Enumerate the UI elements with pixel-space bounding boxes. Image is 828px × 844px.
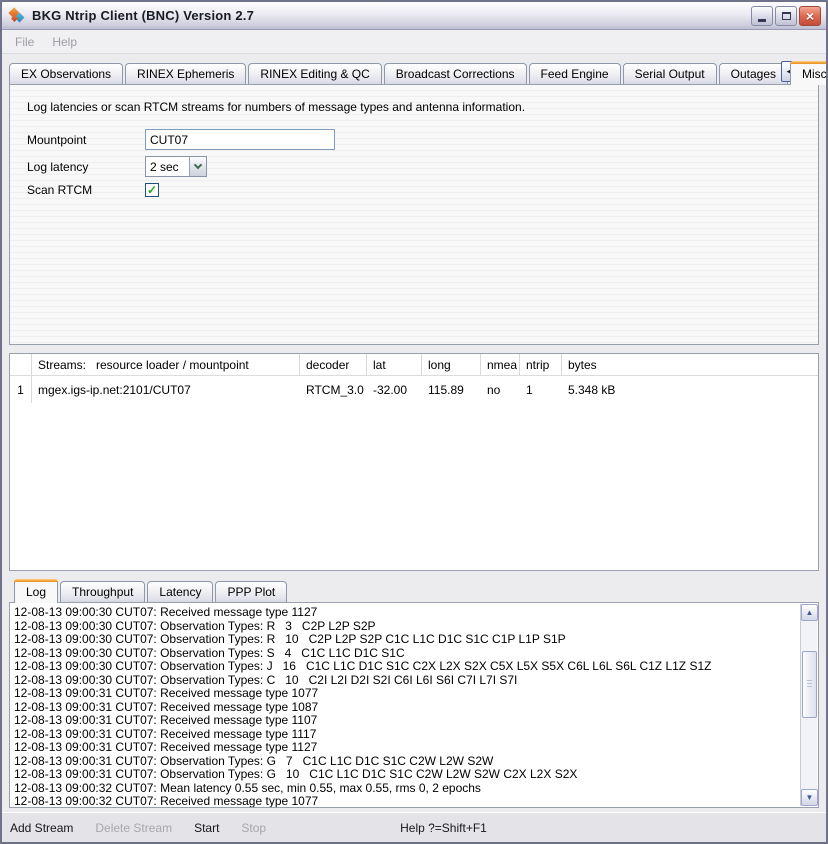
chevron-down-icon [194,161,202,169]
tab-rinex-observations[interactable]: EX Observations [9,63,123,84]
tab-ppp-plot[interactable]: PPP Plot [215,581,287,602]
miscellaneous-panel: Log latencies or scan RTCM streams for n… [9,84,819,345]
log-latency-select[interactable]: 2 sec [145,156,207,177]
menubar: File Help [2,30,826,54]
scroll-up-icon: ▲ [806,608,814,617]
add-stream-button[interactable]: Add Stream [10,821,73,835]
log-line: 12-08-13 09:00:31 CUT07: Observation Typ… [14,755,796,769]
log-tabstrip: Log Throughput Latency PPP Plot [2,571,826,602]
scroll-up-button[interactable]: ▲ [801,604,818,621]
cell-nmea: no [481,376,520,403]
log-line: 12-08-13 09:00:32 CUT07: Mean latency 0.… [14,782,796,796]
help-shortcut-label: Help ?=Shift+F1 [400,821,487,835]
cell-long: 115.89 [422,376,481,403]
window-title: BKG Ntrip Client (BNC) Version 2.7 [32,8,254,23]
log-line: 12-08-13 09:00:31 CUT07: Received messag… [14,728,796,742]
log-latency-value: 2 sec [146,160,189,174]
minimize-icon [758,19,766,22]
col-streams: Streams: resource loader / mountpoint [32,354,300,375]
col-ntrip: ntrip [520,354,562,375]
bottom-toolbar: Add Stream Delete Stream Start Stop Help… [2,812,826,842]
log-panel: 12-08-13 09:00:30 CUT07: Received messag… [9,602,819,808]
log-line: 12-08-13 09:00:31 CUT07: Observation Typ… [14,768,796,782]
tab-serial-output[interactable]: Serial Output [623,63,717,84]
tab-rinex-ephemeris[interactable]: RINEX Ephemeris [125,63,246,84]
cell-bytes: 5.348 kB [562,376,818,403]
log-line: 12-08-13 09:00:30 CUT07: Received messag… [14,606,796,620]
cell-decoder: RTCM_3.0 [300,376,367,403]
minimize-button[interactable] [751,6,773,26]
tab-feed-engine[interactable]: Feed Engine [529,63,621,84]
bnc-window: BKG Ntrip Client (BNC) Version 2.7 × Fil… [0,0,828,844]
col-bytes: bytes [562,354,818,375]
log-line: 12-08-13 09:00:31 CUT07: Received messag… [14,714,796,728]
row-number: 1 [10,376,32,403]
scan-rtcm-label: Scan RTCM [27,183,145,197]
tab-throughput[interactable]: Throughput [60,581,145,602]
scan-rtcm-checkbox[interactable]: ✓ [145,183,159,197]
col-lat: lat [367,354,422,375]
log-output: 12-08-13 09:00:30 CUT07: Received messag… [10,603,818,808]
mountpoint-label: Mountpoint [27,133,145,147]
close-button[interactable]: × [799,6,821,26]
panel-description: Log latencies or scan RTCM streams for n… [27,100,818,114]
main-tabstrip: EX Observations RINEX Ephemeris RINEX Ed… [2,54,826,84]
combo-dropdown-button[interactable] [189,157,206,176]
log-line: 12-08-13 09:00:31 CUT07: Received messag… [14,687,796,701]
tab-miscellaneous[interactable]: Miscellaneous [790,61,828,85]
tab-log[interactable]: Log [14,579,58,603]
log-line: 12-08-13 09:00:31 CUT07: Received messag… [14,701,796,715]
menu-help[interactable]: Help [43,32,86,52]
log-line: 12-08-13 09:00:30 CUT07: Observation Typ… [14,647,796,661]
log-line: 12-08-13 09:00:30 CUT07: Observation Typ… [14,674,796,688]
tab-broadcast-corrections[interactable]: Broadcast Corrections [384,63,527,84]
log-latency-label: Log latency [27,160,145,174]
log-line: 12-08-13 09:00:32 CUT07: Received messag… [14,795,796,808]
scrollbar-thumb[interactable] [802,651,817,718]
col-nmea: nmea [481,354,520,375]
tab-outages[interactable]: Outages [719,63,788,84]
scroll-down-button[interactable]: ▼ [801,789,818,806]
mountpoint-input[interactable] [145,129,335,150]
streams-table: Streams: resource loader / mountpoint de… [9,353,819,571]
streams-table-header: Streams: resource loader / mountpoint de… [10,354,818,376]
cell-lat: -32.00 [367,376,422,403]
tab-rinex-editing-qc[interactable]: RINEX Editing & QC [248,63,381,84]
log-line: 12-08-13 09:00:30 CUT07: Observation Typ… [14,633,796,647]
log-line: 12-08-13 09:00:30 CUT07: Observation Typ… [14,620,796,634]
start-button[interactable]: Start [194,821,219,835]
log-scrollbar[interactable]: ▲ ▼ [800,604,817,806]
stop-button[interactable]: Stop [241,821,266,835]
cell-mountpoint: mgex.igs-ip.net:2101/CUT07 [32,376,300,403]
tab-latency[interactable]: Latency [147,581,213,602]
titlebar[interactable]: BKG Ntrip Client (BNC) Version 2.7 × [2,2,826,30]
delete-stream-button[interactable]: Delete Stream [95,821,172,835]
table-row[interactable]: 1 mgex.igs-ip.net:2101/CUT07 RTCM_3.0 -3… [10,376,818,403]
maximize-button[interactable] [775,6,797,26]
log-line: 12-08-13 09:00:30 CUT07: Observation Typ… [14,660,796,674]
close-icon: × [806,9,814,23]
checkmark-icon: ✓ [147,184,157,196]
cell-ntrip: 1 [520,376,562,403]
scroll-down-icon: ▼ [806,793,814,802]
log-line: 12-08-13 09:00:31 CUT07: Received messag… [14,741,796,755]
col-rownum [10,354,32,375]
maximize-icon [782,12,791,20]
menu-file[interactable]: File [6,32,43,52]
col-decoder: decoder [300,354,367,375]
col-long: long [422,354,481,375]
bnc-app-icon [9,8,26,24]
